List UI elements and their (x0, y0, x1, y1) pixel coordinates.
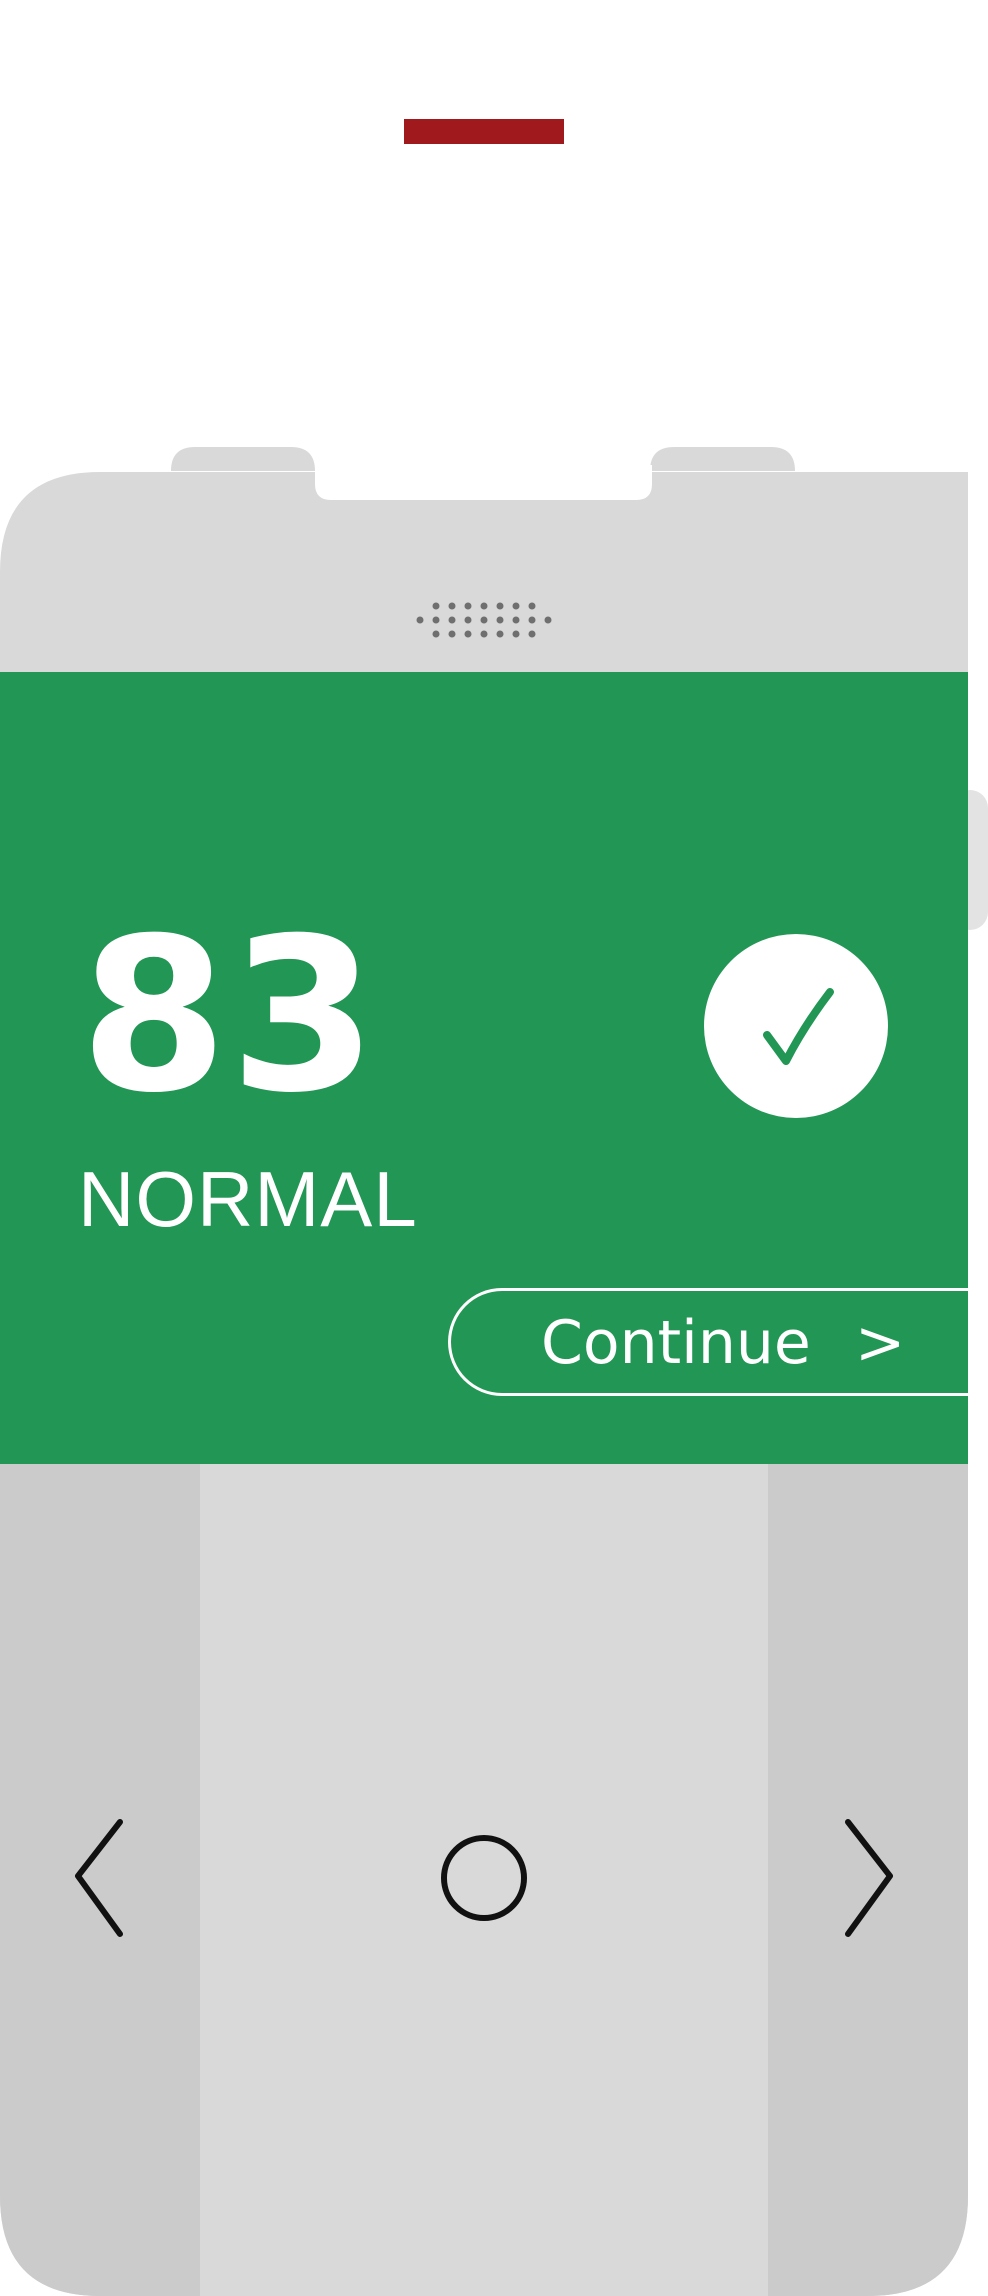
chevron-right-icon[interactable] (836, 1812, 900, 1940)
continue-button[interactable]: Continue > (448, 1288, 988, 1396)
continue-label: Continue (541, 1308, 811, 1378)
page: 83 NORMAL Continue > (0, 0, 988, 2296)
result-panel: 83 NORMAL Continue > (0, 672, 988, 1464)
chevron-left-icon[interactable] (68, 1812, 132, 1940)
status-check-badge (704, 934, 888, 1118)
continue-arrow-icon: > (855, 1308, 906, 1378)
notch-cutout (315, 465, 652, 500)
circle-home-icon[interactable] (436, 1830, 532, 1926)
result-status: NORMAL (78, 1155, 418, 1243)
checkmark-icon (763, 988, 834, 1065)
result-value: 83 (80, 892, 380, 1139)
speaker-grille-icon (416, 602, 552, 638)
